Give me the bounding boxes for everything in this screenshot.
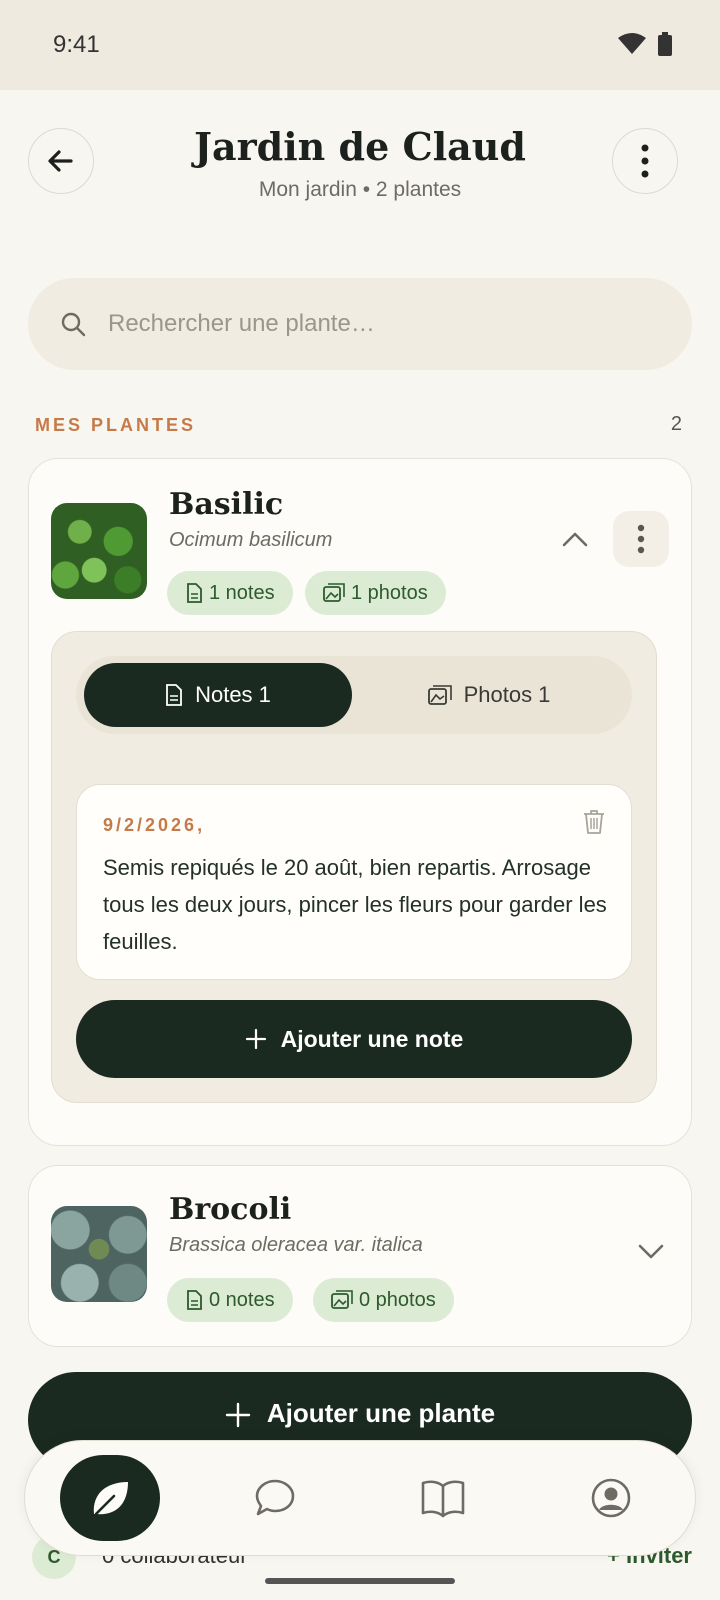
document-icon (187, 1290, 202, 1310)
chevron-up-icon (562, 532, 588, 547)
notes-chip-label: 0 notes (209, 1288, 275, 1311)
chat-icon (255, 1479, 295, 1516)
collapse-button[interactable] (555, 519, 595, 559)
nav-chat[interactable] (225, 1455, 325, 1541)
document-icon (166, 684, 182, 706)
kebab-icon (637, 524, 645, 554)
plus-icon (225, 1402, 251, 1428)
search-icon (61, 312, 86, 337)
nav-plants[interactable] (60, 1455, 160, 1541)
photos-chip[interactable]: 0 photos (313, 1278, 454, 1322)
delete-note-button[interactable] (583, 809, 605, 840)
bottom-navigation (24, 1440, 696, 1556)
plant-card-basilic[interactable]: Basilic Ocimum basilicum 1 notes 1 photo… (28, 458, 692, 1146)
nav-guide[interactable] (393, 1455, 493, 1541)
more-options-button[interactable] (612, 128, 678, 194)
note-date: 9/2/2026, (103, 815, 206, 835)
plant-thumbnail (51, 503, 147, 599)
search-placeholder: Rechercher une plante… (108, 310, 375, 337)
plus-icon (245, 1028, 266, 1050)
profile-icon (591, 1478, 631, 1518)
image-icon (427, 685, 452, 705)
book-icon (421, 1480, 465, 1518)
plant-thumbnail (51, 1206, 147, 1302)
tab-photos[interactable]: Photos 1 (354, 663, 624, 727)
page-subtitle: Mon jardin • 2 plantes (258, 178, 462, 201)
image-icon (331, 1290, 353, 1309)
photos-chip[interactable]: 1 photos (305, 571, 446, 615)
leaf-icon (93, 1482, 128, 1516)
wifi-icon (618, 33, 646, 54)
note-text: Semis repiqués le 20 août, bien repartis… (103, 855, 607, 954)
plant-latin-name: Brassica oleracea var. italica (169, 1234, 423, 1256)
document-icon (187, 583, 202, 603)
section-count: 2 (670, 413, 682, 435)
tab-notes-label: Notes 1 (195, 682, 271, 707)
trash-icon (584, 810, 604, 834)
image-icon (323, 583, 345, 602)
chevron-down-icon (638, 1244, 664, 1259)
add-plant-label: Ajouter une plante (266, 1398, 496, 1428)
search-input[interactable]: Rechercher une plante… (28, 278, 692, 370)
photos-chip-label: 1 photos (351, 581, 428, 604)
kebab-icon (641, 144, 649, 178)
plant-name: Basilic (169, 487, 284, 522)
tab-switcher: Notes 1 Photos 1 (76, 656, 632, 734)
home-indicator (265, 1578, 455, 1584)
notes-chip[interactable]: 1 notes (167, 571, 293, 615)
add-note-button[interactable]: Ajouter une note (76, 1000, 632, 1078)
plant-latin-name: Ocimum basilicum (169, 529, 333, 551)
tab-photos-label: Photos 1 (463, 682, 551, 707)
nav-profile[interactable] (561, 1455, 661, 1541)
status-time: 9:41 (53, 31, 100, 58)
add-note-label: Ajouter une note (280, 1025, 464, 1052)
status-bar: 9:41 (0, 0, 720, 90)
photos-chip-label: 0 photos (359, 1288, 436, 1311)
tab-notes[interactable]: Notes 1 (84, 663, 352, 727)
note-card: 9/2/2026, Semis repiqués le 20 août, bie… (76, 784, 632, 980)
plant-name: Brocoli (169, 1192, 292, 1227)
status-icons (618, 32, 672, 56)
plant-options-button[interactable] (613, 511, 669, 567)
header: Jardin de Claud Mon jardin • 2 plantes (0, 90, 720, 240)
notes-chip-label: 1 notes (209, 581, 275, 604)
battery-icon (658, 32, 672, 56)
section-title: MES PLANTES (35, 415, 197, 435)
expand-button[interactable] (631, 1232, 671, 1272)
plant-card-brocoli[interactable]: Brocoli Brassica oleracea var. italica 0… (28, 1165, 692, 1347)
notes-chip[interactable]: 0 notes (167, 1278, 293, 1322)
plant-details-panel: Notes 1 Photos 1 9/2/2026, Semis repiqué… (51, 631, 657, 1103)
